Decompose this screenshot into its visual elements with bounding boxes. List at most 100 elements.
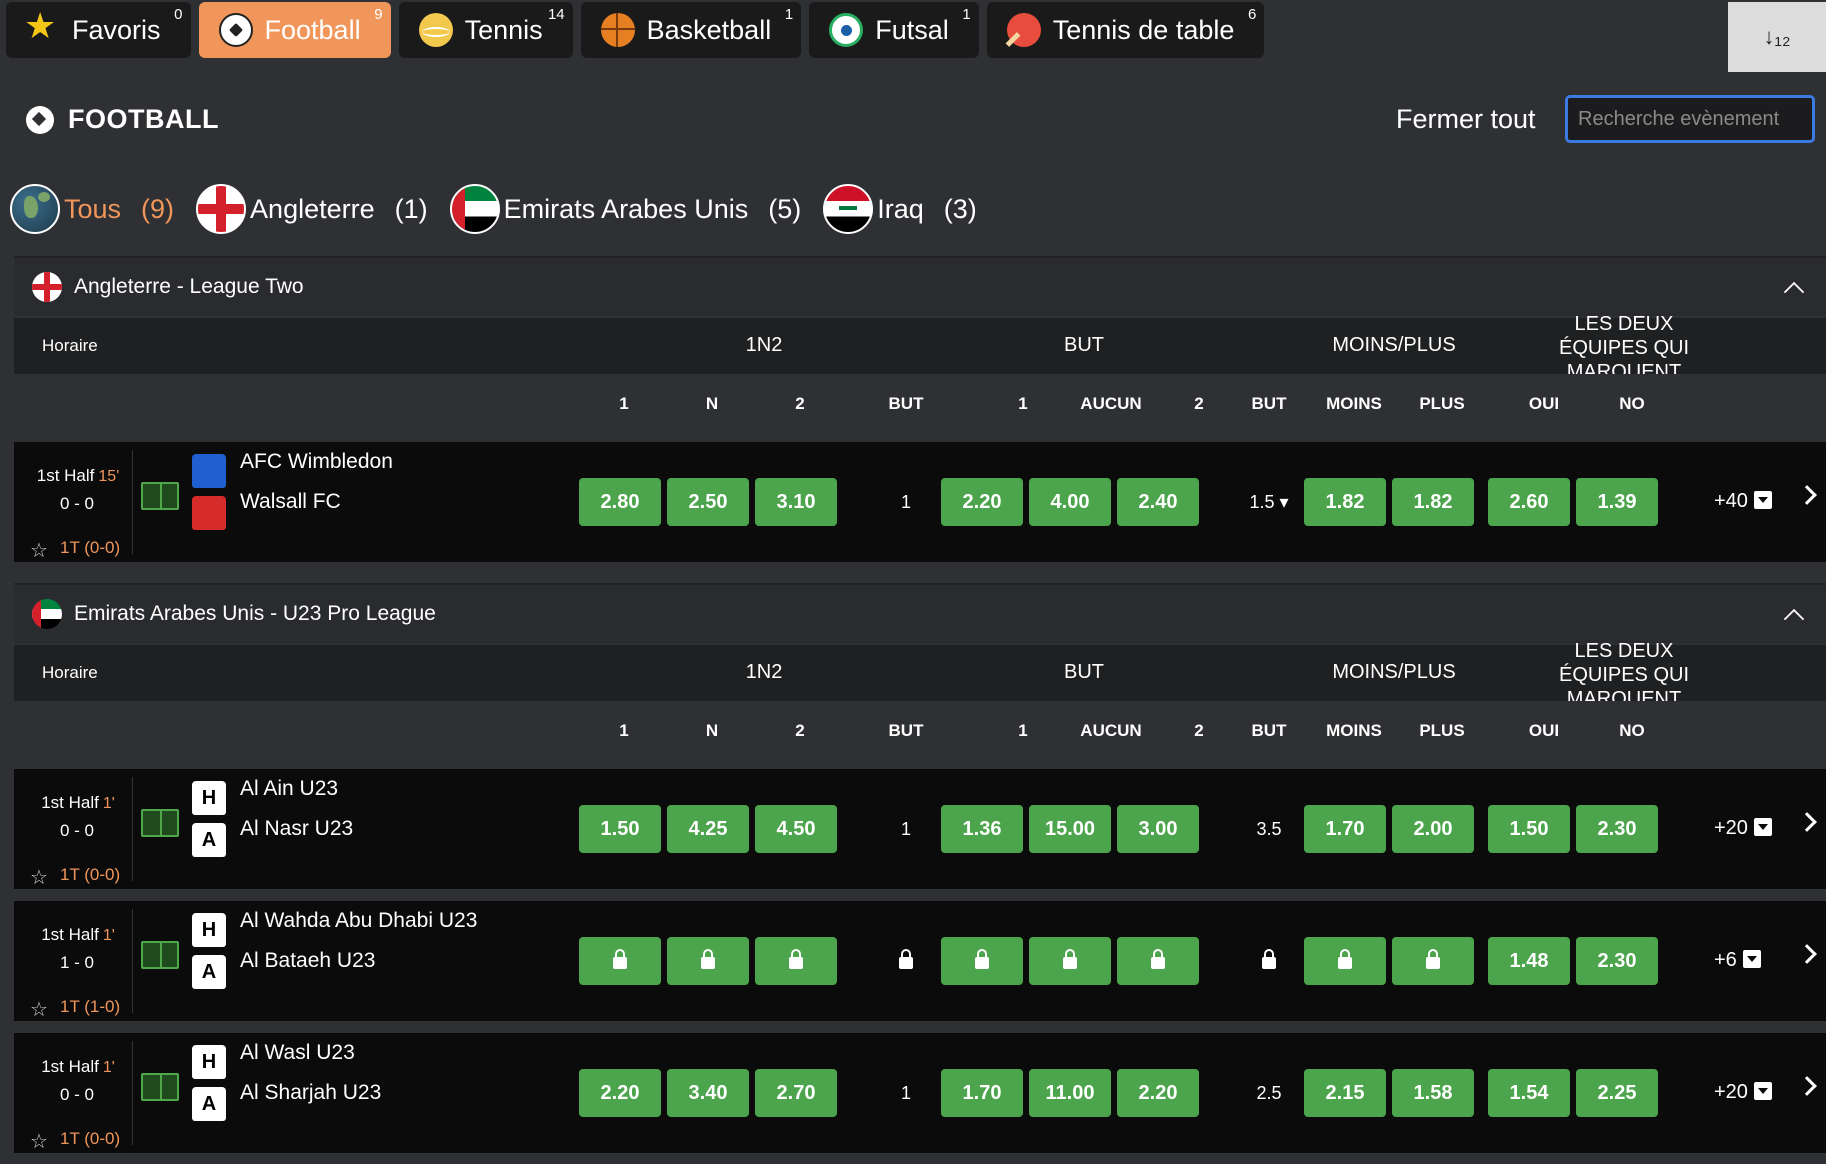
over-under-line-select[interactable]: 1.5 ▾ <box>1239 492 1299 513</box>
odd-1n2-button[interactable]: 2.20 <box>579 1069 661 1117</box>
over-under-line-select[interactable]: 2.5 <box>1239 1083 1299 1104</box>
tab-football[interactable]: Football 9 <box>198 2 391 58</box>
odd-both-teams-score-button[interactable]: 2.25 <box>1576 1069 1658 1117</box>
chevron-up-icon[interactable] <box>1783 608 1805 630</box>
league-header[interactable]: Angleterre - League Two <box>14 256 1826 316</box>
match-period: 1st Half <box>36 466 95 485</box>
odd-over-under-button[interactable]: 2.15 <box>1304 1069 1386 1117</box>
home-team-name: Al Wahda Abu Dhabi U23 <box>240 909 478 932</box>
close-all-button[interactable]: Fermer tout <box>1396 104 1536 135</box>
odd-over-under-button[interactable]: 1.70 <box>1304 805 1386 853</box>
odd-1n2-button[interactable]: 4.50 <box>755 805 837 853</box>
odd-over-under-button[interactable] <box>1392 937 1474 985</box>
odd-both-teams-score-button[interactable]: 1.54 <box>1488 1069 1570 1117</box>
odd-but-button[interactable]: 11.00 <box>1029 1069 1111 1117</box>
search-input[interactable] <box>1565 95 1815 143</box>
country-filter-angleterre[interactable]: Angleterre (1) <box>196 184 428 234</box>
more-markets-button[interactable]: +6 <box>1714 949 1761 972</box>
odd-but-button[interactable] <box>1029 937 1111 985</box>
odd-1n2-button[interactable]: 2.80 <box>579 478 661 526</box>
column-but: BUT <box>1064 334 1104 356</box>
live-field-icon[interactable] <box>141 809 179 837</box>
match-row[interactable]: 1st Half 1' 0 - 0 ☆ 1T (0-0) H A Al Wasl U23 Al … <box>14 1033 1826 1153</box>
odd-over-under-button[interactable]: 1.58 <box>1392 1069 1474 1117</box>
odd-but-button[interactable]: 1.36 <box>941 805 1023 853</box>
favorite-star-icon[interactable]: ☆ <box>30 997 48 1022</box>
column-moins-plus: MOINS/PLUS <box>1332 661 1456 683</box>
odd-1n2-button[interactable] <box>755 937 837 985</box>
but-line-value[interactable] <box>876 949 936 972</box>
favorite-star-icon[interactable]: ☆ <box>30 1129 48 1154</box>
odd-1n2-button[interactable]: 4.25 <box>667 805 749 853</box>
country-filter-all[interactable]: Tous (9) <box>10 184 174 234</box>
odd-both-teams-score-button[interactable]: 2.30 <box>1576 805 1658 853</box>
odd-both-teams-score-button[interactable]: 2.30 <box>1576 937 1658 985</box>
odd-1n2-button[interactable]: 2.70 <box>755 1069 837 1117</box>
tab-futsal[interactable]: Futsal 1 <box>809 2 979 58</box>
odd-1n2-button[interactable] <box>667 937 749 985</box>
more-markets-button[interactable]: +40 <box>1714 490 1772 513</box>
page-title: FOOTBALL <box>26 104 219 135</box>
dropdown-icon <box>1753 491 1772 509</box>
odd-but-button[interactable] <box>941 937 1023 985</box>
country-label: Emirats Arabes Unis <box>503 193 749 224</box>
country-filter: Tous (9) Angleterre (1) Emirats Arabes U… <box>10 183 999 235</box>
but-line-value[interactable]: 1 <box>876 492 936 513</box>
odd-1n2-button[interactable]: 2.50 <box>667 478 749 526</box>
sub-header-label: NO <box>1619 394 1645 413</box>
tab-basketball[interactable]: Basketball 1 <box>580 2 802 58</box>
odd-over-under-button[interactable]: 1.82 <box>1304 478 1386 526</box>
favorite-star-icon[interactable]: ☆ <box>30 538 48 563</box>
tab-favoris[interactable]: Favoris 0 <box>6 2 191 58</box>
tab-tennis[interactable]: Tennis 14 <box>398 2 573 58</box>
odd-over-under-button[interactable] <box>1304 937 1386 985</box>
live-field-icon[interactable] <box>141 1073 179 1101</box>
over-under-line-select[interactable]: 3.5 <box>1239 819 1299 840</box>
chevron-right-icon[interactable] <box>1797 944 1817 964</box>
odd-both-teams-score-button[interactable]: 1.48 <box>1488 937 1570 985</box>
match-row[interactable]: 1st Half 1' 1 - 0 ☆ 1T (1-0) H A Al Wahda Abu D… <box>14 901 1826 1021</box>
over-under-line-select[interactable] <box>1239 949 1299 972</box>
odd-1n2-button[interactable]: 3.10 <box>755 478 837 526</box>
country-filter-uae[interactable]: Emirats Arabes Unis (5) <box>449 184 801 234</box>
tab-tennis-de-table[interactable]: Tennis de table 6 <box>986 2 1265 58</box>
sort-button[interactable]: ↓₁₂ <box>1728 2 1826 72</box>
odd-both-teams-score-button[interactable]: 2.60 <box>1488 478 1570 526</box>
favorite-star-icon[interactable]: ☆ <box>30 865 48 890</box>
sub-header-label: BUT <box>1251 394 1287 413</box>
chevron-right-icon[interactable] <box>1797 812 1817 832</box>
odd-1n2-button[interactable]: 1.50 <box>579 805 661 853</box>
odd-both-teams-score-button[interactable]: 1.50 <box>1488 805 1570 853</box>
live-field-icon[interactable] <box>141 941 179 969</box>
league-header[interactable]: Emirats Arabes Unis - U23 Pro League <box>14 583 1826 643</box>
but-line-value[interactable]: 1 <box>876 1083 936 1104</box>
odd-both-teams-score-button[interactable]: 1.39 <box>1576 478 1658 526</box>
odd-over-under-button[interactable]: 1.82 <box>1392 478 1474 526</box>
odd-1n2-button[interactable] <box>579 937 661 985</box>
more-markets-button[interactable]: +20 <box>1714 1081 1772 1104</box>
odd-but-button[interactable] <box>1117 937 1199 985</box>
odd-over-under-button[interactable]: 2.00 <box>1392 805 1474 853</box>
odd-but-button[interactable]: 2.40 <box>1117 478 1199 526</box>
more-markets-button[interactable]: +20 <box>1714 817 1772 840</box>
odd-but-button[interactable]: 15.00 <box>1029 805 1111 853</box>
match-row[interactable]: 1st Half 1' 0 - 0 ☆ 1T (0-0) H A Al Ain U23 Al N… <box>14 769 1826 889</box>
odd-but-button[interactable]: 2.20 <box>941 478 1023 526</box>
more-markets-count: +6 <box>1714 949 1737 971</box>
chevron-up-icon[interactable] <box>1783 281 1805 303</box>
odd-but-button[interactable]: 3.00 <box>1117 805 1199 853</box>
tab-count: 0 <box>174 6 183 23</box>
match-minute: 1' <box>102 927 115 944</box>
odd-but-button[interactable]: 4.00 <box>1029 478 1111 526</box>
country-filter-iraq[interactable]: Iraq (3) <box>823 184 977 234</box>
odd-but-button[interactable]: 2.20 <box>1117 1069 1199 1117</box>
live-field-icon[interactable] <box>141 482 179 510</box>
odd-but-button[interactable]: 1.70 <box>941 1069 1023 1117</box>
sub-header-label: PLUS <box>1419 721 1465 740</box>
but-line-value[interactable]: 1 <box>876 819 936 840</box>
odd-1n2-button[interactable]: 3.40 <box>667 1069 749 1117</box>
match-row[interactable]: 1st Half 15' 0 - 0 ☆ 1T (0-0) AFC Wimbledon Wa… <box>14 442 1826 562</box>
chevron-right-icon[interactable] <box>1797 485 1817 505</box>
chevron-right-icon[interactable] <box>1797 1076 1817 1096</box>
column-1n2: 1N2 <box>745 334 783 356</box>
